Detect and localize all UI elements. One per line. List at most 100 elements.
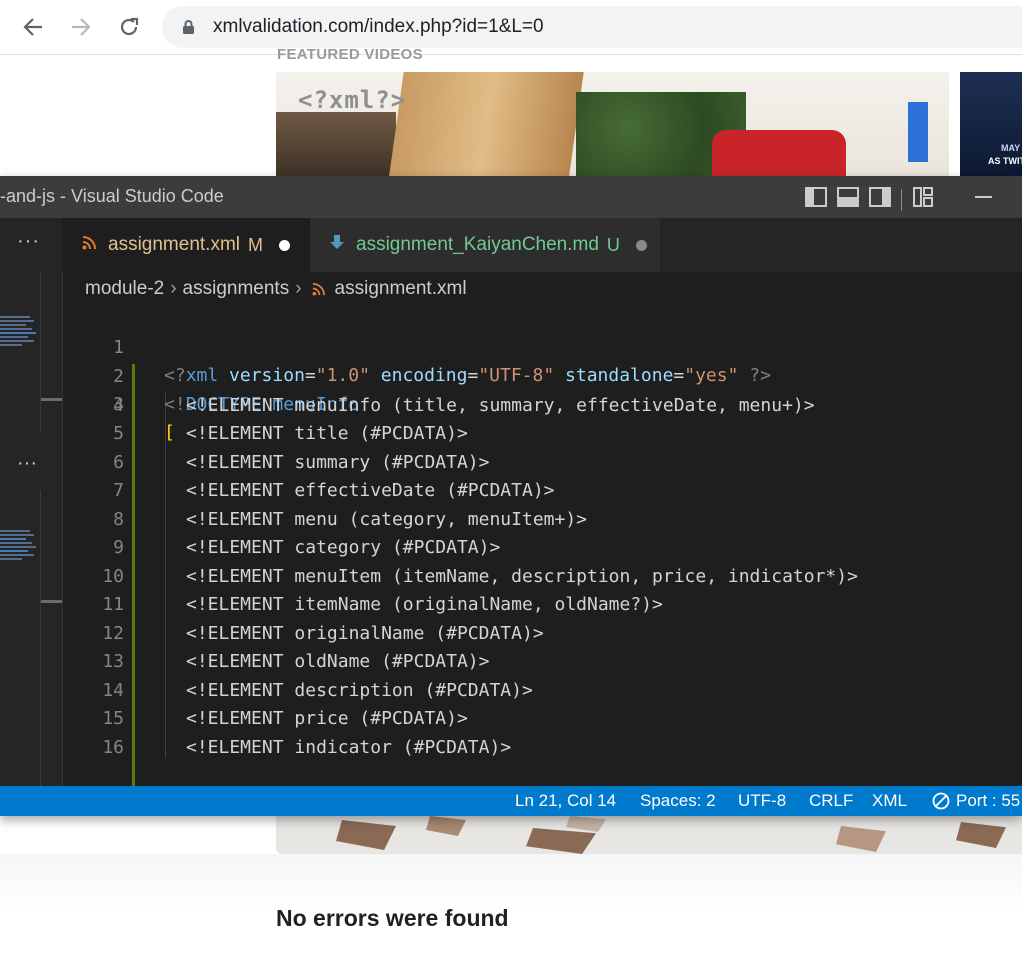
token: <!ELEMENT [186, 451, 284, 473]
back-button[interactable] [15, 9, 51, 45]
status-bar: Ln 21, Col 14 Spaces: 2 UTF-8 CRLF XML P… [0, 786, 1022, 816]
video-xml-tag: <?xml?> [298, 86, 407, 114]
video-thumbnail[interactable]: <?xml?> [276, 72, 949, 182]
reload-icon [120, 17, 139, 36]
video-thumbnail-bottom[interactable] [276, 816, 1022, 854]
breadcrumb-item[interactable]: module-2 [85, 278, 164, 300]
token: (category, menuItem+)> [348, 508, 588, 530]
token: <!ELEMENT [186, 622, 284, 644]
code-text: <!ELEMENT price (#PCDATA)> [186, 705, 468, 733]
video-thumbnail-2[interactable]: MAY AS TWITT [960, 72, 1022, 182]
git-modified-gutter [132, 364, 135, 786]
token: = [673, 365, 685, 386]
video-shape [566, 816, 606, 832]
validation-result: No errors were found [276, 905, 509, 931]
code-text: <!ELEMENT menu (category, menuItem+)> [186, 506, 587, 534]
reload-button[interactable] [111, 9, 147, 45]
more-actions-icon[interactable]: ··· [17, 452, 37, 475]
address-bar[interactable]: xmlvalidation.com/index.php?id=1&L=0 [162, 6, 1022, 48]
chevron-right-icon: › [295, 278, 302, 299]
unsaved-dot-icon[interactable] [279, 239, 290, 251]
more-actions-icon[interactable]: ··· [17, 230, 40, 253]
token: version [229, 365, 305, 386]
tab-assignment-xml[interactable]: assignment.xml M [62, 218, 310, 272]
rss-icon [82, 235, 96, 255]
code-line: 3 [ [62, 363, 175, 443]
token: encoding [380, 365, 468, 386]
tab-git-status: M [248, 234, 263, 255]
line-number: 7 [113, 480, 124, 501]
token: (#PCDATA)> [391, 537, 501, 558]
tab-assignment-md[interactable]: assignment_KaiyanChen.md U [310, 218, 660, 272]
toggle-panel-icon[interactable] [837, 187, 859, 212]
token: <!ELEMENT [186, 423, 284, 444]
window-title: -and-js - Visual Studio Code [0, 186, 224, 206]
token: "yes" [684, 365, 739, 386]
page-divider [0, 854, 1022, 914]
code-text: <!ELEMENT menuInfo (title, summary, effe… [186, 392, 815, 420]
tab-git-status: U [606, 234, 620, 255]
code-editor[interactable]: 1 <?xml version="1.0" encoding="UTF-8" s… [62, 306, 1022, 814]
port-label: Port : 55 [956, 791, 1021, 810]
forward-arrow-icon [72, 18, 91, 36]
code-text: <!ELEMENT originalName (#PCDATA)> [186, 620, 544, 648]
breadcrumb-item[interactable]: assignments [183, 278, 290, 300]
token: indicator [294, 736, 392, 758]
token: oldName [294, 651, 371, 672]
token: <!ELEMENT [186, 565, 284, 587]
sidebar-scroll-thumb[interactable] [40, 398, 62, 401]
token: (#PCDATA)> [402, 736, 512, 758]
rss-icon [312, 282, 325, 296]
video-shadow [276, 112, 396, 182]
token: menuInfo [294, 394, 382, 416]
breadcrumb: module-2 › assignments › assignment.xml [85, 278, 467, 300]
no-entry-icon [932, 792, 950, 810]
encoding[interactable]: UTF-8 [738, 791, 786, 811]
token: (#PCDATA)> [424, 679, 533, 701]
cursor-position[interactable]: Ln 21, Col 14 [515, 791, 616, 811]
toggle-secondary-sidebar-icon[interactable] [869, 187, 891, 212]
token: standalone [565, 365, 674, 386]
indentation[interactable]: Spaces: 2 [640, 791, 716, 811]
featured-videos-heading: FEATURED VIDEOS [277, 46, 423, 63]
token: (originalName, oldName?)> [391, 594, 663, 615]
live-server-port[interactable]: Port : 55 [932, 791, 1020, 811]
token: summary [294, 451, 371, 473]
sidebar-scrollbar[interactable] [40, 490, 41, 786]
video-wood-panel [388, 72, 584, 182]
code-text: <!ELEMENT oldName (#PCDATA)> [186, 648, 489, 676]
token: description [294, 679, 414, 701]
token: "UTF-8" [478, 365, 555, 386]
line-number: 12 [102, 622, 124, 644]
customize-layout-icon[interactable] [912, 186, 934, 213]
token: price [294, 708, 349, 729]
video-shape [526, 828, 596, 854]
sidebar-scroll-thumb[interactable] [40, 600, 62, 603]
tab-label: assignment.xml [108, 234, 240, 255]
minimize-icon[interactable] [975, 196, 992, 198]
end-of-line[interactable]: CRLF [809, 791, 853, 811]
token: <!ELEMENT [186, 508, 284, 530]
token: xml [185, 365, 219, 386]
forward-button[interactable] [63, 9, 99, 45]
breadcrumb-item[interactable]: assignment.xml [335, 278, 467, 300]
line-number: 13 [102, 651, 124, 672]
sidebar-scrollbar[interactable] [40, 272, 41, 432]
unsaved-dot-icon[interactable] [635, 239, 647, 251]
video-accent [908, 102, 928, 162]
line-number: 6 [113, 451, 124, 473]
language-mode[interactable]: XML [872, 791, 907, 811]
token: <? [164, 365, 186, 386]
video2-caption: AS TWITT [988, 156, 1022, 166]
line-number: 11 [102, 594, 124, 615]
line-number: 10 [102, 565, 124, 587]
token: "1.0" [315, 365, 370, 386]
token: category [294, 537, 382, 558]
code-text: <!ELEMENT category (#PCDATA)> [186, 534, 500, 562]
line-number: 9 [113, 537, 124, 558]
video2-may-label: MAY [1001, 143, 1021, 153]
toggle-primary-sidebar-icon[interactable] [805, 187, 827, 212]
chevron-right-icon: › [170, 278, 177, 299]
code-line: 1 <?xml version="1.0" encoding="UTF-8" s… [62, 306, 771, 386]
token: effectiveDate [294, 480, 436, 501]
